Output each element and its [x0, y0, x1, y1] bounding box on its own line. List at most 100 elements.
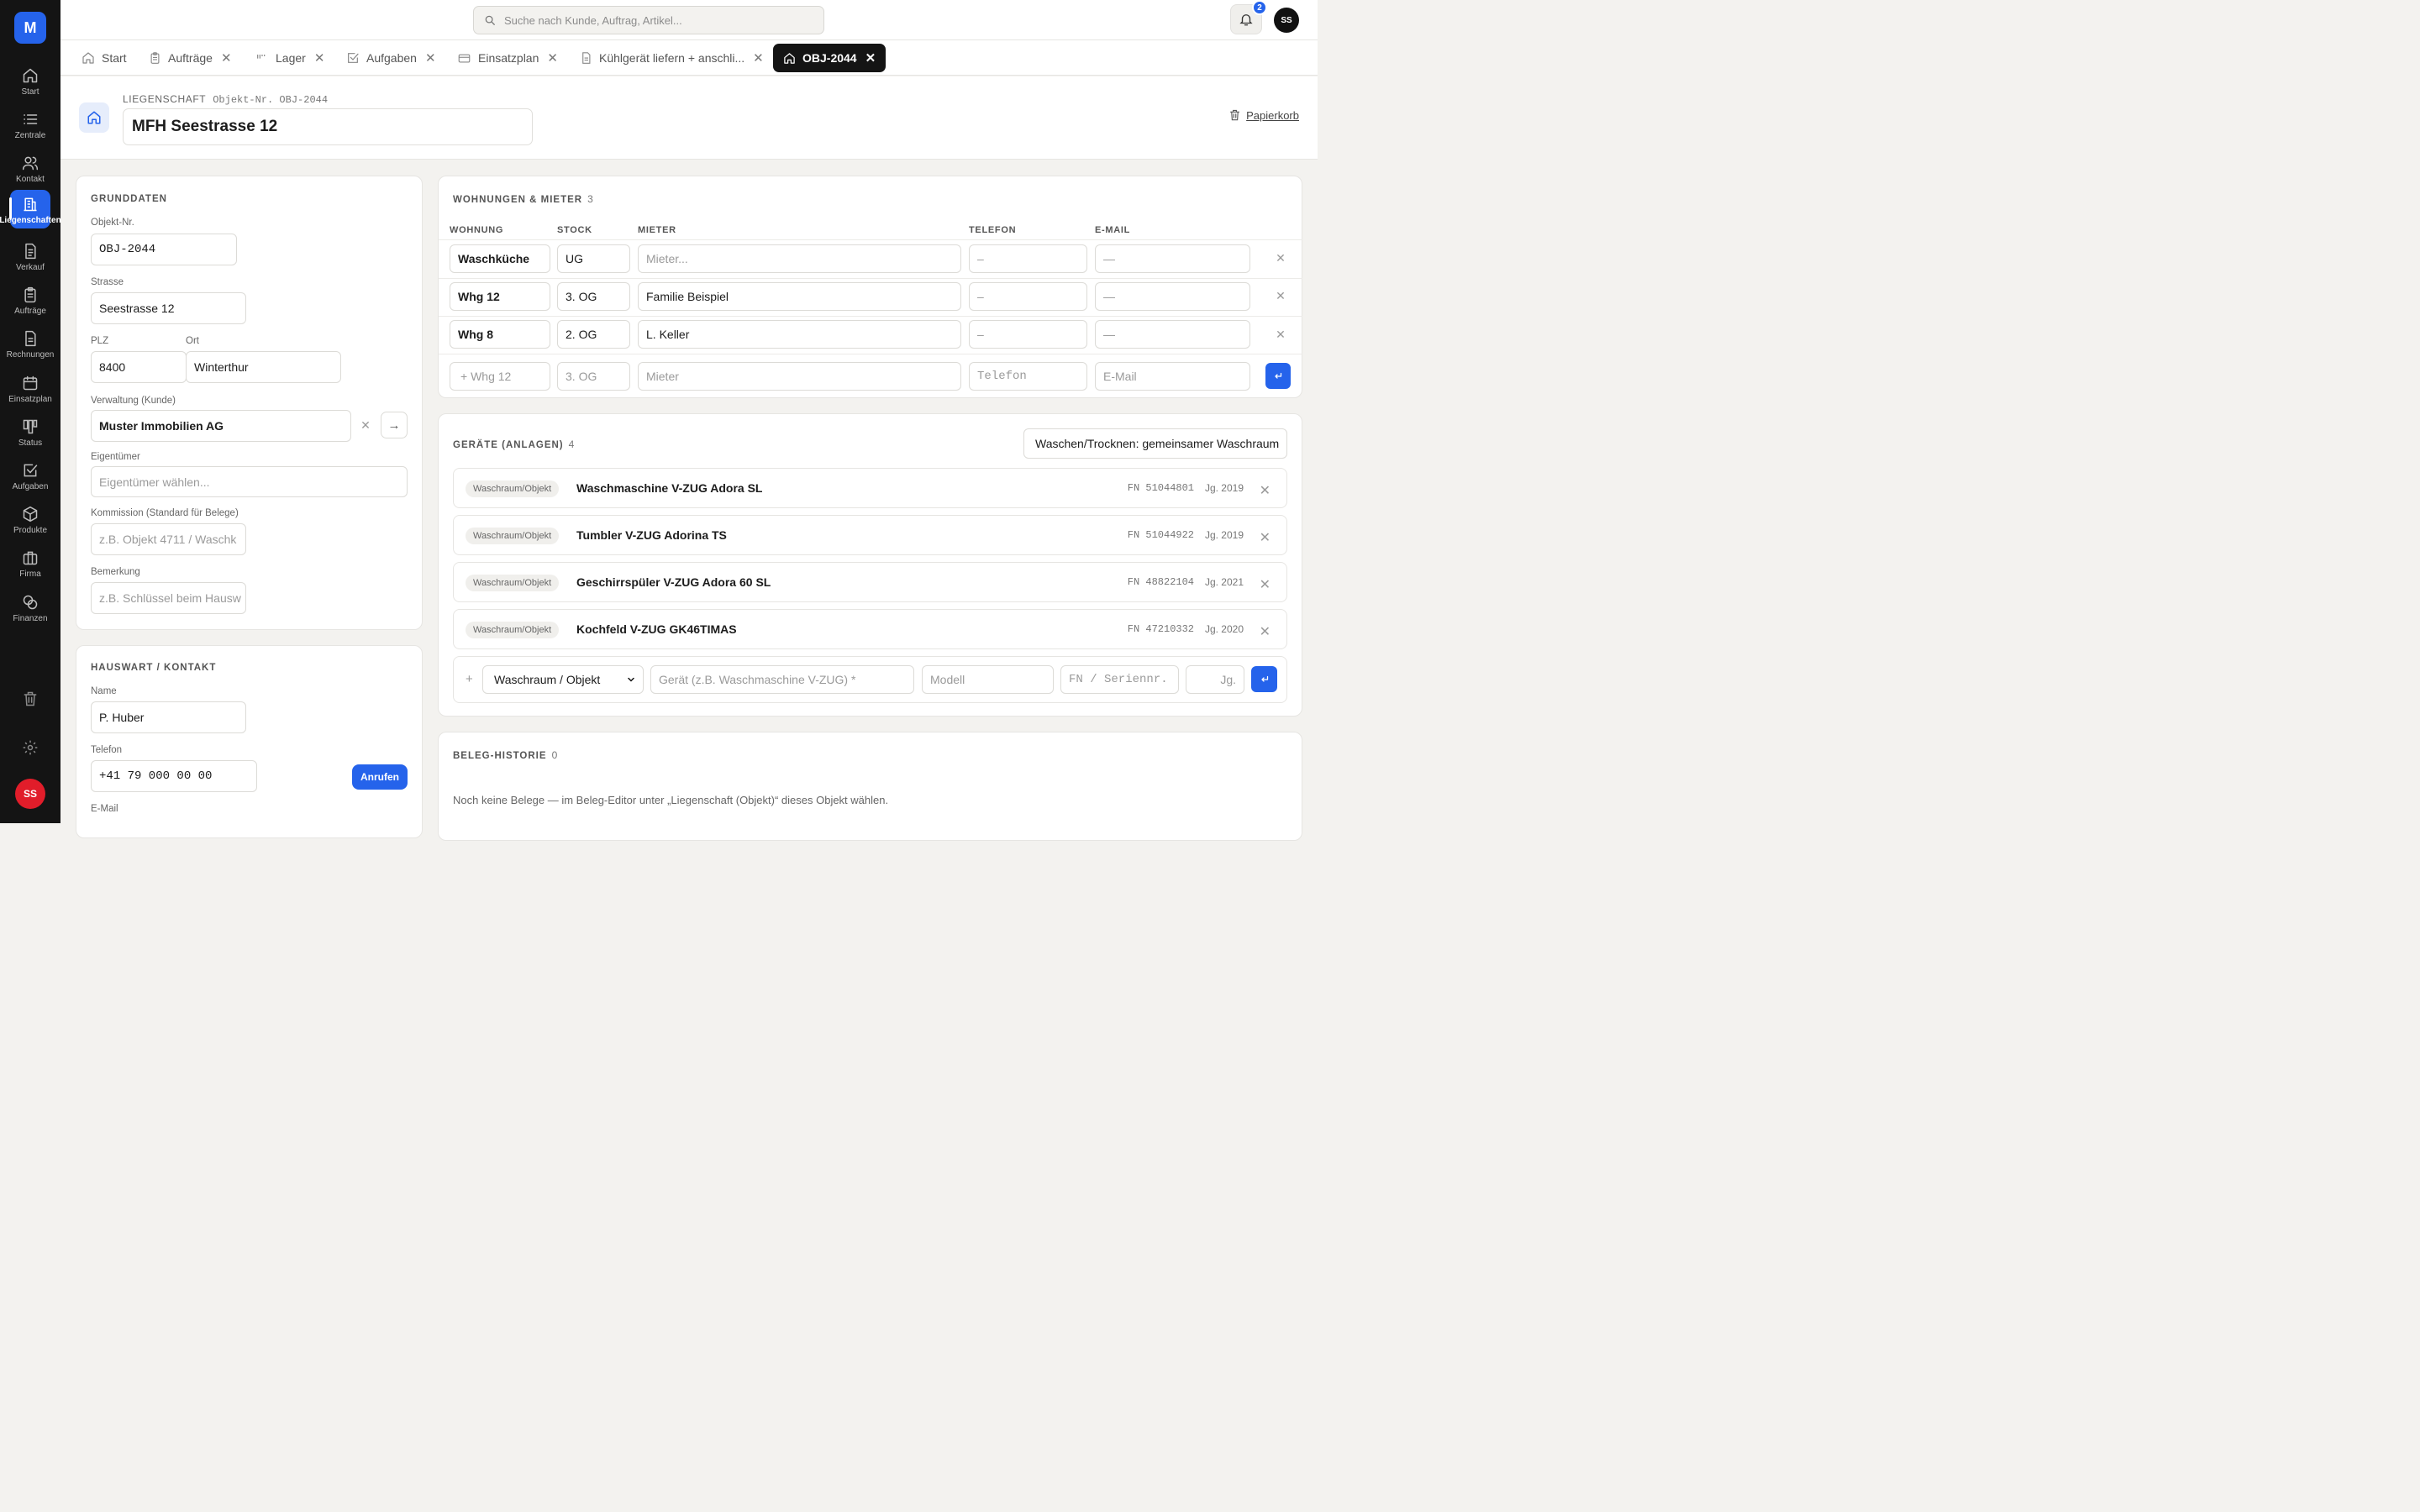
geraet-fn: FN 51044922	[1127, 529, 1194, 541]
close-icon[interactable]: ✕	[221, 50, 232, 66]
kanban-icon	[23, 419, 38, 434]
sidebar-trash[interactable]	[0, 690, 60, 707]
close-icon[interactable]: ✕	[547, 50, 558, 66]
jahrgang-input[interactable]: Jg.	[1186, 665, 1244, 694]
sidebar-user-avatar[interactable]: SS	[15, 779, 45, 809]
new-email-input[interactable]: E-Mail	[1095, 362, 1250, 391]
close-icon[interactable]: ✕	[425, 50, 436, 66]
sidebar-item-liegenschaften[interactable]: Liegenschaften	[0, 190, 61, 232]
clear-verwaltung-icon[interactable]: ✕	[359, 418, 372, 432]
seriennummer-input[interactable]: FN / Seriennr.	[1060, 665, 1179, 694]
call-button[interactable]: Anrufen	[352, 764, 408, 790]
objekt-nr-input[interactable]: OBJ-2044	[91, 234, 237, 265]
close-icon[interactable]: ✕	[753, 50, 764, 66]
geraet-item[interactable]: Waschraum/Objekt Kochfeld V-ZUG GK46TIMA…	[453, 609, 1287, 649]
tab-aufgaben[interactable]: Aufgaben ✕	[339, 44, 443, 72]
sidebar-item-label: Rechnungen	[6, 350, 55, 360]
hauswart-name-input[interactable]: P. Huber	[91, 701, 246, 733]
geraet-name-input[interactable]: Gerät (z.B. Waschmaschine V-ZUG) *	[650, 665, 914, 694]
geraet-item[interactable]: Waschraum/Objekt Waschmaschine V-ZUG Ado…	[453, 468, 1287, 508]
user-avatar[interactable]: SS	[1274, 8, 1299, 33]
plz-input[interactable]: 8400	[91, 351, 187, 383]
geraet-item[interactable]: Waschraum/Objekt Tumbler V-ZUG Adorina T…	[453, 515, 1287, 555]
geraet-item[interactable]: Waschraum/Objekt Geschirrspüler V-ZUG Ad…	[453, 562, 1287, 602]
wohnung-input[interactable]: Waschküche	[450, 244, 550, 273]
email-input[interactable]: —	[1095, 320, 1250, 349]
stock-input[interactable]: 2. OG	[557, 320, 630, 349]
location-badge: Waschraum/Objekt	[466, 575, 560, 591]
new-wohnung-input[interactable]: + Whg 12	[450, 362, 550, 391]
home-icon	[82, 52, 94, 64]
stock-input[interactable]: UG	[557, 244, 630, 273]
new-stock-input[interactable]: 3. OG	[557, 362, 630, 391]
close-icon[interactable]: ✕	[1260, 623, 1270, 640]
papierkorb-link[interactable]: Papierkorb	[1228, 108, 1299, 122]
mieter-input[interactable]: Mieter...	[638, 244, 961, 273]
notification-badge: 2	[1252, 0, 1267, 15]
kommission-input[interactable]: z.B. Objekt 4711 / Waschk	[91, 523, 246, 555]
add-row-button[interactable]	[1265, 363, 1291, 389]
sidebar-item-aufgaben[interactable]: Aufgaben	[0, 457, 60, 499]
building-icon	[24, 197, 37, 212]
wohnung-input[interactable]: Whg 8	[450, 320, 550, 349]
sidebar-item-produkte[interactable]: Produkte	[0, 501, 60, 543]
app-logo[interactable]: M	[14, 12, 46, 44]
strasse-input[interactable]: Seestrasse 12	[91, 292, 246, 324]
sidebar-item-einsatzplan[interactable]: Einsatzplan	[0, 370, 60, 412]
remove-row-icon[interactable]: ✕	[1274, 328, 1287, 341]
hauswart-telefon-input[interactable]: +41 79 000 00 00	[91, 760, 257, 792]
geraet-jahrgang: Jg. 2019	[1204, 482, 1244, 494]
preset-select[interactable]: Waschen/Trocknen: gemeinsamer Waschraum	[1023, 428, 1287, 459]
bemerkung-input[interactable]: z.B. Schlüssel beim Hausw	[91, 582, 246, 614]
email-input[interactable]: —	[1095, 282, 1250, 311]
tab-lager[interactable]: Lager ✕	[249, 44, 331, 72]
telefon-input[interactable]: –	[969, 282, 1087, 311]
location-select-value: Waschraum / Objekt	[494, 673, 601, 686]
close-icon[interactable]: ✕	[314, 50, 325, 66]
page-title-input[interactable]: MFH Seestrasse 12	[123, 108, 533, 145]
sidebar-item-start[interactable]: Start	[0, 62, 60, 104]
mieter-input[interactable]: L. Keller	[638, 320, 961, 349]
remove-row-icon[interactable]: ✕	[1274, 251, 1287, 265]
card-title: GERÄTE (ANLAGEN) 4	[453, 438, 574, 450]
tab-obj-2044[interactable]: OBJ-2044 ✕	[773, 44, 886, 72]
search-placeholder: Suche nach Kunde, Auftrag, Artikel...	[504, 13, 682, 27]
wohnung-input[interactable]: Whg 12	[450, 282, 550, 311]
close-icon[interactable]: ✕	[1260, 482, 1270, 499]
sidebar-item-label: Zentrale	[14, 131, 46, 140]
sidebar-item-zentrale[interactable]: Zentrale	[0, 106, 60, 148]
tab-start[interactable]: Start	[75, 44, 134, 72]
tab-auftraege[interactable]: Aufträge ✕	[142, 44, 239, 72]
tab-einsatzplan[interactable]: Einsatzplan ✕	[450, 44, 565, 72]
sidebar-item-verkauf[interactable]: Verkauf	[0, 238, 60, 280]
email-input[interactable]: —	[1095, 244, 1250, 273]
sidebar-settings[interactable]	[0, 739, 60, 756]
verwaltung-input[interactable]: Muster Immobilien AG	[91, 410, 351, 442]
users-icon	[22, 156, 39, 171]
close-icon[interactable]: ✕	[1260, 529, 1270, 546]
new-telefon-input[interactable]: Telefon	[969, 362, 1087, 391]
sidebar-item-kontakt[interactable]: Kontakt	[0, 150, 60, 192]
sidebar-item-rechnungen[interactable]: Rechnungen	[0, 325, 60, 367]
close-icon[interactable]: ✕	[865, 50, 876, 66]
new-mieter-input[interactable]: Mieter	[638, 362, 961, 391]
telefon-input[interactable]: –	[969, 320, 1087, 349]
sidebar-item-finanzen[interactable]: Finanzen	[0, 589, 60, 631]
location-select[interactable]: Waschraum / Objekt	[482, 665, 644, 694]
ort-input[interactable]: Winterthur	[186, 351, 341, 383]
sidebar-item-status[interactable]: Status	[0, 413, 60, 455]
close-icon[interactable]: ✕	[1260, 576, 1270, 593]
global-search-input[interactable]: Suche nach Kunde, Auftrag, Artikel...	[473, 6, 824, 34]
stock-input[interactable]: 3. OG	[557, 282, 630, 311]
sidebar-item-firma[interactable]: Firma	[0, 544, 60, 586]
mieter-input[interactable]: Familie Beispiel	[638, 282, 961, 311]
tab-kuehlgeraet[interactable]: Kühlgerät liefern + anschli... ✕	[573, 44, 771, 72]
tab-label: Start	[102, 51, 127, 65]
eigentuemer-select[interactable]: Eigentümer wählen...	[91, 466, 408, 497]
open-kunde-button[interactable]: →	[381, 412, 408, 438]
remove-row-icon[interactable]: ✕	[1274, 289, 1287, 302]
add-geraet-button[interactable]	[1251, 666, 1277, 692]
telefon-input[interactable]: –	[969, 244, 1087, 273]
modell-input[interactable]: Modell	[922, 665, 1054, 694]
sidebar-item-auftraege[interactable]: Aufträge	[0, 281, 60, 323]
